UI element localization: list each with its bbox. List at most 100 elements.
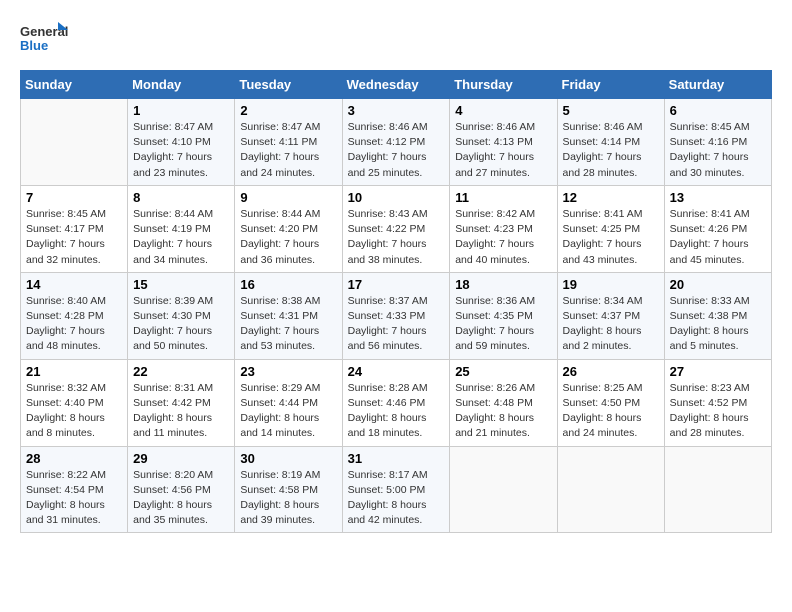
day-number: 15 <box>133 277 229 292</box>
day-number: 30 <box>240 451 336 466</box>
calendar-cell <box>21 99 128 186</box>
calendar-cell: 26 Sunrise: 8:25 AM Sunset: 4:50 PM Dayli… <box>557 359 664 446</box>
day-info: Sunrise: 8:31 AM Sunset: 4:42 PM Dayligh… <box>133 381 229 442</box>
calendar-cell: 9Sunrise: 8:44 AM Sunset: 4:20 PM Daylig… <box>235 185 342 272</box>
day-header-tuesday: Tuesday <box>235 71 342 99</box>
calendar-cell: 17 Sunrise: 8:37 AM Sunset: 4:33 PM Dayli… <box>342 272 450 359</box>
day-number: 16 <box>240 277 336 292</box>
calendar-cell: 31Sunrise: 8:17 AM Sunset: 5:00 PM Dayli… <box>342 446 450 533</box>
day-number: 28 <box>26 451 122 466</box>
calendar-cell: 8 Sunrise: 8:44 AM Sunset: 4:19 PM Daylig… <box>128 185 235 272</box>
calendar-cell: 19 Sunrise: 8:34 AM Sunset: 4:37 PM Dayli… <box>557 272 664 359</box>
calendar-cell: 29 Sunrise: 8:20 AM Sunset: 4:56 PM Dayli… <box>128 446 235 533</box>
day-info: Sunrise: 8:39 AM Sunset: 4:30 PM Dayligh… <box>133 294 229 355</box>
calendar-cell: 13 Sunrise: 8:41 AM Sunset: 4:26 PM Dayli… <box>664 185 771 272</box>
logo-svg: GeneralBlue <box>20 20 70 60</box>
day-info: Sunrise: 8:41 AM Sunset: 4:26 PM Dayligh… <box>670 207 766 268</box>
day-info: Sunrise: 8:34 AM Sunset: 4:37 PM Dayligh… <box>563 294 659 355</box>
day-info: Sunrise: 8:46 AM Sunset: 4:12 PM Dayligh… <box>348 120 445 181</box>
calendar-week-1: 1 Sunrise: 8:47 AM Sunset: 4:10 PM Daylig… <box>21 99 772 186</box>
calendar-week-2: 7Sunrise: 8:45 AM Sunset: 4:17 PM Daylig… <box>21 185 772 272</box>
calendar-cell <box>664 446 771 533</box>
calendar-cell: 22 Sunrise: 8:31 AM Sunset: 4:42 PM Dayli… <box>128 359 235 446</box>
day-number: 12 <box>563 190 659 205</box>
calendar-cell: 20Sunrise: 8:33 AM Sunset: 4:38 PM Dayli… <box>664 272 771 359</box>
calendar-cell: 6 Sunrise: 8:45 AM Sunset: 4:16 PM Daylig… <box>664 99 771 186</box>
calendar-table: SundayMondayTuesdayWednesdayThursdayFrid… <box>20 70 772 533</box>
day-info: Sunrise: 8:47 AM Sunset: 4:10 PM Dayligh… <box>133 120 229 181</box>
day-header-monday: Monday <box>128 71 235 99</box>
day-info: Sunrise: 8:46 AM Sunset: 4:13 PM Dayligh… <box>455 120 551 181</box>
day-info: Sunrise: 8:20 AM Sunset: 4:56 PM Dayligh… <box>133 468 229 529</box>
day-number: 7 <box>26 190 122 205</box>
day-number: 21 <box>26 364 122 379</box>
day-info: Sunrise: 8:45 AM Sunset: 4:16 PM Dayligh… <box>670 120 766 181</box>
calendar-week-3: 14Sunrise: 8:40 AM Sunset: 4:28 PM Dayli… <box>21 272 772 359</box>
day-info: Sunrise: 8:32 AM Sunset: 4:40 PM Dayligh… <box>26 381 122 442</box>
day-info: Sunrise: 8:17 AM Sunset: 5:00 PM Dayligh… <box>348 468 445 529</box>
day-number: 26 <box>563 364 659 379</box>
day-number: 27 <box>670 364 766 379</box>
day-info: Sunrise: 8:47 AM Sunset: 4:11 PM Dayligh… <box>240 120 336 181</box>
calendar-week-5: 28 Sunrise: 8:22 AM Sunset: 4:54 PM Dayli… <box>21 446 772 533</box>
calendar-cell: 28 Sunrise: 8:22 AM Sunset: 4:54 PM Dayli… <box>21 446 128 533</box>
day-number: 17 <box>348 277 445 292</box>
calendar-cell: 23Sunrise: 8:29 AM Sunset: 4:44 PM Dayli… <box>235 359 342 446</box>
day-number: 29 <box>133 451 229 466</box>
calendar-cell: 12 Sunrise: 8:41 AM Sunset: 4:25 PM Dayli… <box>557 185 664 272</box>
calendar-cell: 11Sunrise: 8:42 AM Sunset: 4:23 PM Dayli… <box>450 185 557 272</box>
calendar-cell: 21 Sunrise: 8:32 AM Sunset: 4:40 PM Dayli… <box>21 359 128 446</box>
day-info: Sunrise: 8:25 AM Sunset: 4:50 PM Dayligh… <box>563 381 659 442</box>
calendar-cell: 4 Sunrise: 8:46 AM Sunset: 4:13 PM Daylig… <box>450 99 557 186</box>
day-number: 4 <box>455 103 551 118</box>
day-number: 18 <box>455 277 551 292</box>
day-header-thursday: Thursday <box>450 71 557 99</box>
day-info: Sunrise: 8:26 AM Sunset: 4:48 PM Dayligh… <box>455 381 551 442</box>
day-number: 8 <box>133 190 229 205</box>
day-info: Sunrise: 8:33 AM Sunset: 4:38 PM Dayligh… <box>670 294 766 355</box>
calendar-header-row: SundayMondayTuesdayWednesdayThursdayFrid… <box>21 71 772 99</box>
day-number: 13 <box>670 190 766 205</box>
day-info: Sunrise: 8:22 AM Sunset: 4:54 PM Dayligh… <box>26 468 122 529</box>
calendar-cell <box>450 446 557 533</box>
calendar-cell: 5Sunrise: 8:46 AM Sunset: 4:14 PM Daylig… <box>557 99 664 186</box>
page-header: GeneralBlue <box>20 20 772 60</box>
day-header-sunday: Sunday <box>21 71 128 99</box>
logo: GeneralBlue <box>20 20 70 60</box>
day-number: 22 <box>133 364 229 379</box>
calendar-cell: 7Sunrise: 8:45 AM Sunset: 4:17 PM Daylig… <box>21 185 128 272</box>
day-number: 2 <box>240 103 336 118</box>
day-info: Sunrise: 8:41 AM Sunset: 4:25 PM Dayligh… <box>563 207 659 268</box>
calendar-cell: 10 Sunrise: 8:43 AM Sunset: 4:22 PM Dayli… <box>342 185 450 272</box>
day-info: Sunrise: 8:37 AM Sunset: 4:33 PM Dayligh… <box>348 294 445 355</box>
svg-text:Blue: Blue <box>20 38 48 53</box>
day-number: 5 <box>563 103 659 118</box>
day-number: 24 <box>348 364 445 379</box>
day-info: Sunrise: 8:38 AM Sunset: 4:31 PM Dayligh… <box>240 294 336 355</box>
day-number: 10 <box>348 190 445 205</box>
day-number: 25 <box>455 364 551 379</box>
day-number: 1 <box>133 103 229 118</box>
calendar-cell: 1 Sunrise: 8:47 AM Sunset: 4:10 PM Daylig… <box>128 99 235 186</box>
calendar-cell: 18 Sunrise: 8:36 AM Sunset: 4:35 PM Dayli… <box>450 272 557 359</box>
calendar-cell: 2 Sunrise: 8:47 AM Sunset: 4:11 PM Daylig… <box>235 99 342 186</box>
calendar-cell: 14Sunrise: 8:40 AM Sunset: 4:28 PM Dayli… <box>21 272 128 359</box>
day-info: Sunrise: 8:44 AM Sunset: 4:19 PM Dayligh… <box>133 207 229 268</box>
calendar-cell: 3Sunrise: 8:46 AM Sunset: 4:12 PM Daylig… <box>342 99 450 186</box>
calendar-cell: 27Sunrise: 8:23 AM Sunset: 4:52 PM Dayli… <box>664 359 771 446</box>
calendar-cell: 24 Sunrise: 8:28 AM Sunset: 4:46 PM Dayli… <box>342 359 450 446</box>
day-info: Sunrise: 8:40 AM Sunset: 4:28 PM Dayligh… <box>26 294 122 355</box>
day-info: Sunrise: 8:36 AM Sunset: 4:35 PM Dayligh… <box>455 294 551 355</box>
calendar-week-4: 21 Sunrise: 8:32 AM Sunset: 4:40 PM Dayli… <box>21 359 772 446</box>
calendar-cell: 30 Sunrise: 8:19 AM Sunset: 4:58 PM Dayli… <box>235 446 342 533</box>
day-info: Sunrise: 8:43 AM Sunset: 4:22 PM Dayligh… <box>348 207 445 268</box>
day-header-saturday: Saturday <box>664 71 771 99</box>
calendar-cell <box>557 446 664 533</box>
day-number: 19 <box>563 277 659 292</box>
calendar-cell: 16 Sunrise: 8:38 AM Sunset: 4:31 PM Dayli… <box>235 272 342 359</box>
day-info: Sunrise: 8:19 AM Sunset: 4:58 PM Dayligh… <box>240 468 336 529</box>
day-number: 6 <box>670 103 766 118</box>
day-header-wednesday: Wednesday <box>342 71 450 99</box>
day-info: Sunrise: 8:28 AM Sunset: 4:46 PM Dayligh… <box>348 381 445 442</box>
day-number: 11 <box>455 190 551 205</box>
